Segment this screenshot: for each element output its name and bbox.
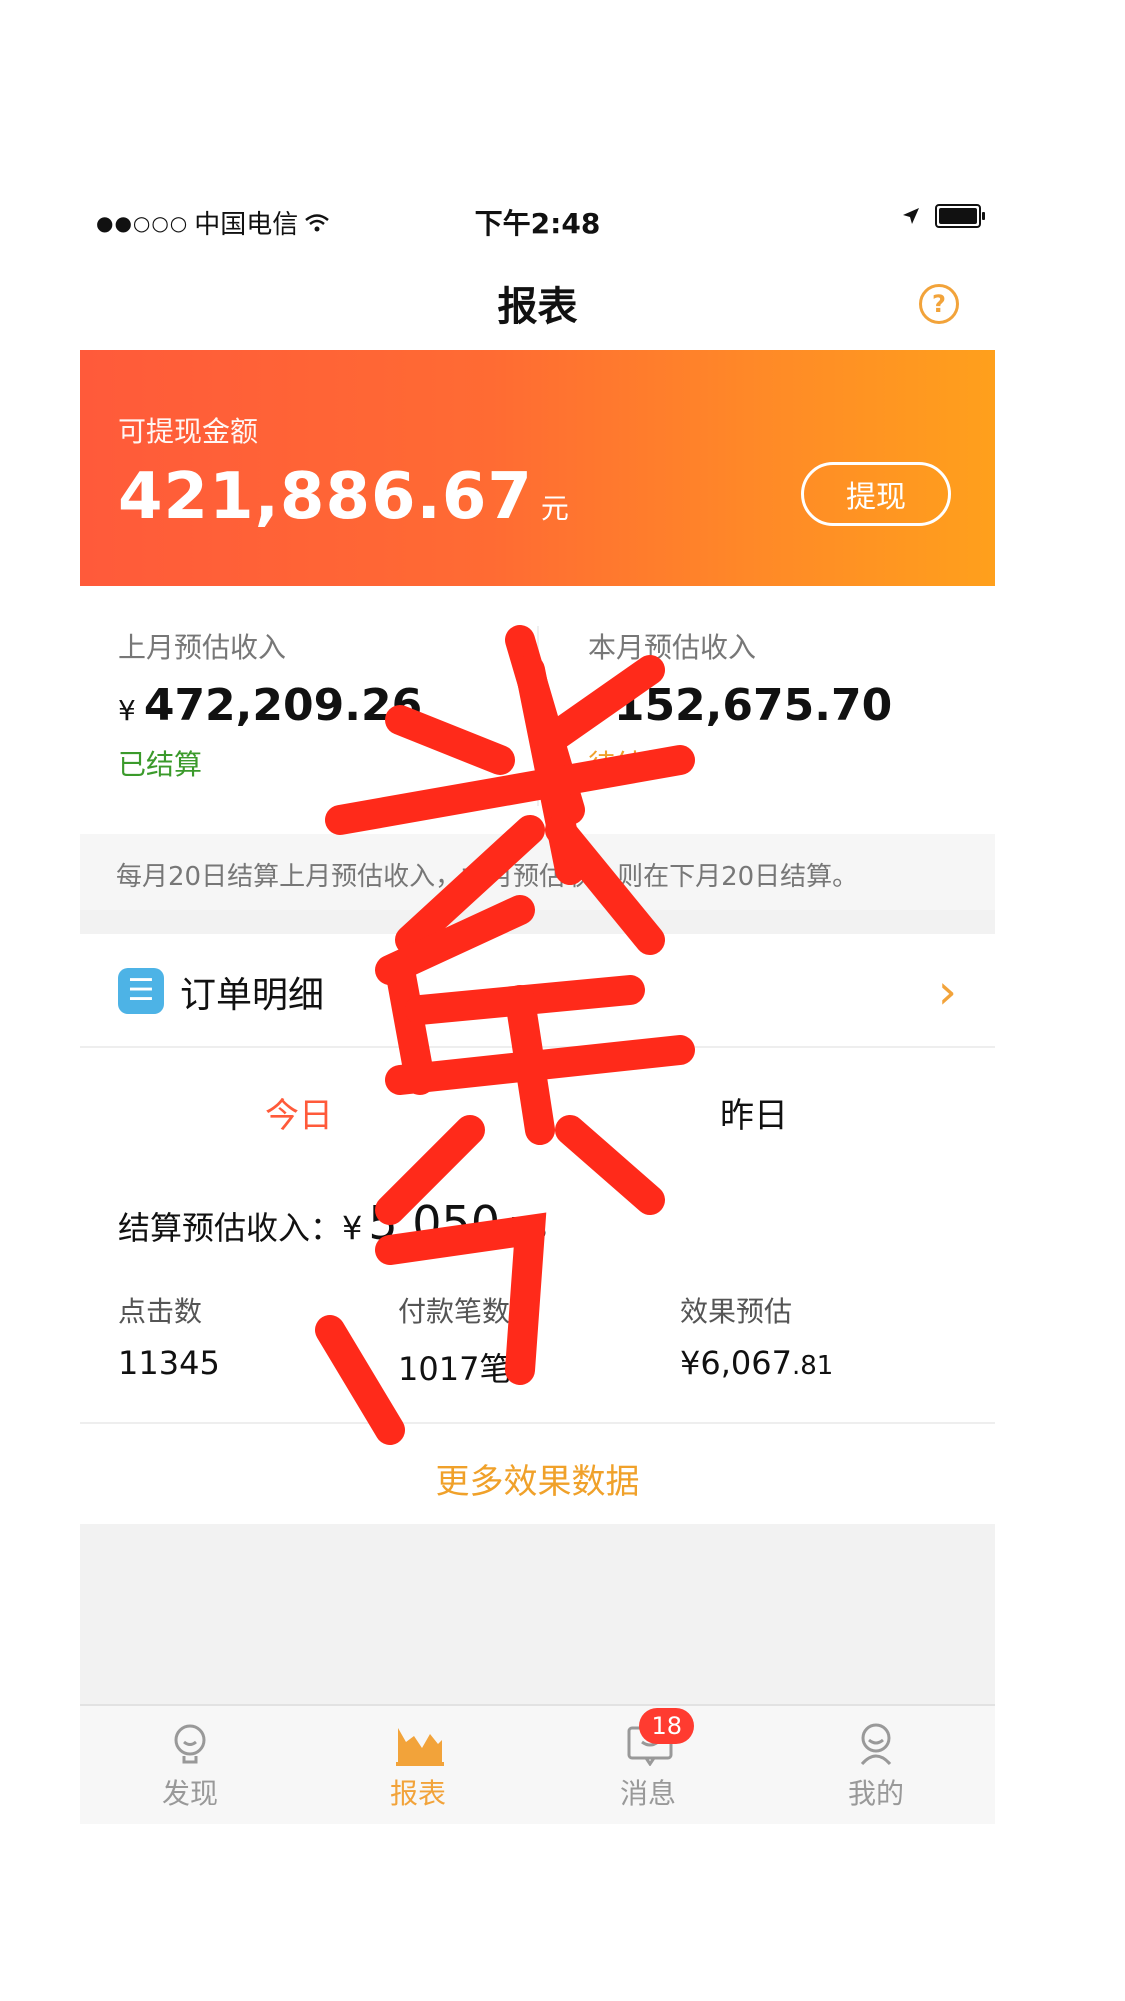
metric-clicks: 点击数 11345 xyxy=(118,1290,220,1382)
nav-bar: 报表 ? xyxy=(80,258,995,348)
tab-today[interactable]: 今日 xyxy=(265,1088,333,1137)
message-badge: 18 xyxy=(639,1708,694,1744)
last-month-income: 上月预估收入 ¥472,209.26 已结算 xyxy=(118,626,422,783)
phone-screen: ●●○○○ 中国电信 下午2:48 报表 ? 可提现金额 421,886.67 元… xyxy=(80,190,995,1824)
clicks-label: 点击数 xyxy=(118,1295,203,1328)
status-time: 下午2:48 xyxy=(474,207,601,240)
tab-messages[interactable]: 18 消息 xyxy=(588,1708,708,1812)
balance-label: 可提现金额 xyxy=(118,415,259,448)
effect-major: ¥6,067 xyxy=(680,1344,792,1382)
withdraw-button[interactable]: 提现 xyxy=(801,462,951,526)
more-data-link[interactable]: 更多效果数据 xyxy=(80,1422,995,1526)
tab-report-label: 报表 xyxy=(389,1777,446,1810)
settle-currency: ¥ xyxy=(342,1209,363,1247)
payments-value: 1017笔 xyxy=(398,1350,512,1388)
metric-effect: 效果预估 ¥6,067.81 xyxy=(680,1290,833,1382)
chevron-right-icon: › xyxy=(937,964,957,1020)
effect-label: 效果预估 xyxy=(680,1295,793,1328)
this-month-label: 本月预估收入 xyxy=(588,631,757,664)
settlement-note: 每月20日结算上月预估收入，本月预估收入则在下月20日结算。 xyxy=(80,834,995,910)
settle-estimate-label: 结算预估收入 xyxy=(118,1209,311,1247)
balance-amount-value: 421,886.67 xyxy=(118,460,533,534)
last-month-value: ¥472,209.26 xyxy=(118,680,422,731)
balance-amount: 421,886.67 元 xyxy=(118,460,570,534)
order-list-icon: ☰ xyxy=(118,968,164,1014)
empty-area xyxy=(80,1524,995,1704)
help-icon[interactable]: ? xyxy=(919,284,959,324)
period-tabs: 今日 昨日 xyxy=(80,1050,995,1170)
tab-discover-label: 发现 xyxy=(161,1777,218,1810)
user-icon xyxy=(854,1722,898,1766)
chart-icon xyxy=(396,1722,444,1766)
tab-mine-label: 我的 xyxy=(847,1777,904,1810)
income-summary: 上月预估收入 ¥472,209.26 已结算 本月预估收入 ¥152,675.7… xyxy=(80,586,995,826)
payments-label: 付款笔数 xyxy=(398,1295,511,1328)
metric-payments: 付款笔数 1017笔 xyxy=(398,1290,511,1390)
this-month-status: 待结算 xyxy=(588,748,673,781)
location-arrow-icon xyxy=(903,208,919,224)
bottom-tab-bar: 发现 报表 18 消息 我的 xyxy=(80,1704,995,1824)
this-month-value: ¥152,675.70 xyxy=(588,680,892,731)
status-bar: ●●○○○ 中国电信 下午2:48 xyxy=(80,190,995,250)
this-month-amount: 152,675.70 xyxy=(613,680,893,731)
clicks-value: 11345 xyxy=(118,1344,220,1382)
settle-estimate: 结算预估收入：¥ 5,050.73 xyxy=(118,1196,548,1250)
settle-minor: .73 xyxy=(500,1212,548,1247)
tab-report[interactable]: 报表 xyxy=(358,1722,478,1812)
effect-value: ¥6,067.81 xyxy=(680,1344,833,1382)
page-title: 报表 xyxy=(497,284,578,330)
order-detail-label: 订单明细 xyxy=(180,975,325,1016)
message-icon: 18 xyxy=(626,1708,694,1767)
tab-yesterday[interactable]: 昨日 xyxy=(720,1088,788,1137)
currency-symbol: ¥ xyxy=(118,694,136,727)
last-month-status: 已结算 xyxy=(118,748,203,781)
balance-banner: 可提现金额 421,886.67 元 提现 xyxy=(80,350,995,586)
more-data-label: 更多效果数据 xyxy=(435,1462,640,1502)
tab-mine[interactable]: 我的 xyxy=(816,1722,936,1812)
currency-symbol: ¥ xyxy=(588,694,606,727)
income-divider xyxy=(537,626,539,806)
order-detail-row[interactable]: ☰ 订单明细 › xyxy=(80,934,995,1048)
effect-minor: .81 xyxy=(791,1351,834,1381)
settlement-note-text: 每月20日结算上月预估收入，本月预估收入则在下月20日结算。 xyxy=(116,862,859,892)
settle-major: 5,050 xyxy=(368,1196,501,1250)
tab-discover[interactable]: 发现 xyxy=(130,1722,250,1812)
last-month-amount: 472,209.26 xyxy=(143,680,423,731)
this-month-income: 本月预估收入 ¥152,675.70 待结算 xyxy=(588,626,892,783)
section-separator xyxy=(80,910,995,934)
last-month-label: 上月预估收入 xyxy=(118,631,287,664)
lightbulb-icon xyxy=(168,1722,212,1766)
battery-icon xyxy=(935,204,985,228)
balance-unit: 元 xyxy=(540,492,570,525)
tab-messages-label: 消息 xyxy=(619,1777,676,1810)
metrics-row: 点击数 11345 付款笔数 1017笔 效果预估 ¥6,067.81 xyxy=(80,1290,995,1410)
